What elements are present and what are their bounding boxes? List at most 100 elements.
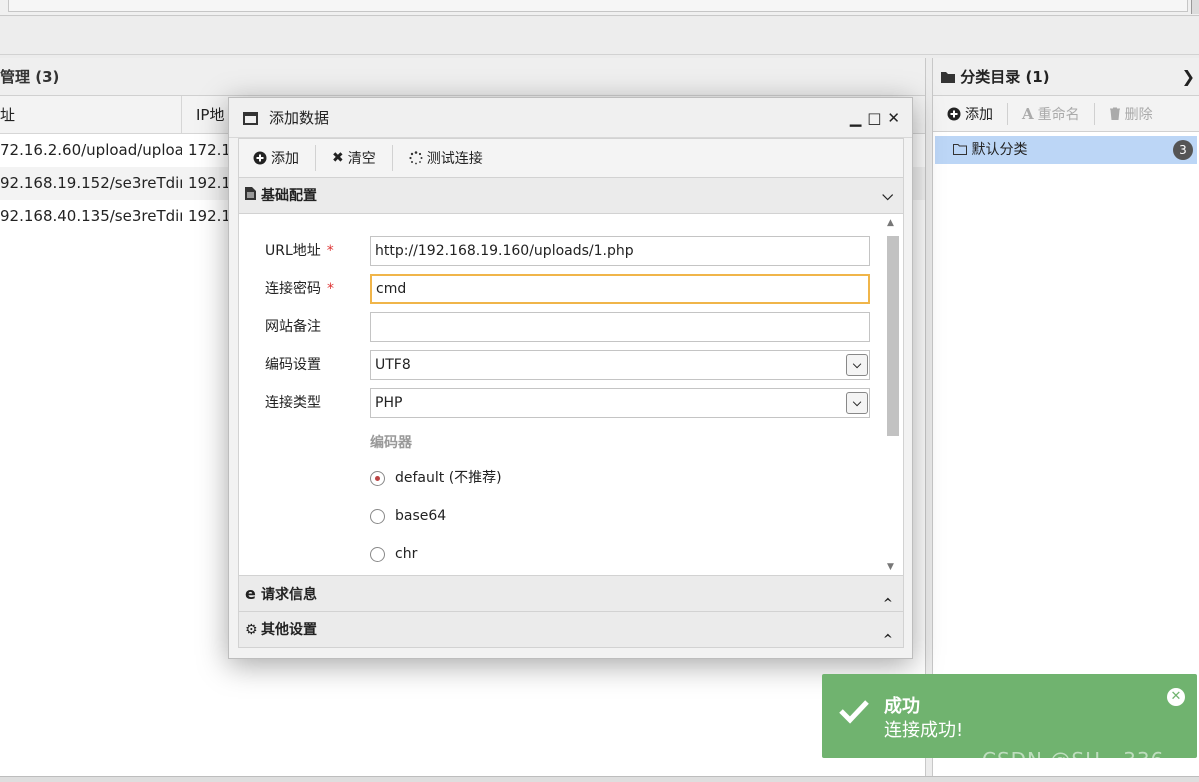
cell-url: 92.168.40.135/se3reTdir7 (0, 207, 182, 225)
type-value: PHP (375, 395, 403, 411)
clear-button-label: 清空 (347, 151, 376, 167)
toolbar-band (0, 17, 1199, 55)
section-request-title: 请求信息 (261, 587, 317, 603)
column-url[interactable]: 址 (0, 96, 182, 134)
rename-category-button[interactable]: A 重命名 (1022, 102, 1095, 125)
top-strip (0, 0, 1199, 16)
rename-category-label: 重命名 (1037, 106, 1080, 123)
column-ip[interactable]: IP地 (196, 96, 224, 134)
clear-button[interactable]: ✖ 清空 (332, 145, 393, 171)
dialog-title: 添加数据 (269, 109, 330, 127)
url-row: URL地址 * http://192.168.19.160/uploads/1.p… (239, 236, 879, 266)
dialog-titlebar[interactable]: 添加数据 ▁ □ ✕ (229, 98, 912, 138)
encoder-option-label: default (不推荐) (395, 470, 502, 486)
url-input[interactable]: http://192.168.19.160/uploads/1.php (370, 236, 870, 266)
delete-category-label: 删除 (1124, 106, 1153, 123)
category-item-default[interactable]: 默认分类 3 (935, 136, 1197, 164)
encoding-label: 编码设置 (265, 357, 321, 373)
folder-icon (941, 72, 955, 83)
encoder-option-default[interactable]: default (不推荐) (370, 468, 502, 488)
spinner-icon (409, 151, 423, 165)
delete-category-button[interactable]: 删除 (1109, 103, 1167, 125)
category-item-label: 默认分类 (971, 142, 1028, 158)
minimize-icon[interactable]: ▁ (850, 98, 862, 138)
password-label: 连接密码 * (265, 281, 334, 297)
status-bar (0, 776, 1199, 782)
test-connection-label: 测试连接 (426, 151, 483, 167)
add-category-button[interactable]: 添加 (947, 102, 1008, 125)
category-count-badge: 3 (1173, 140, 1193, 160)
dialog-body: 添加 ✖ 清空 测试连接 基础配置 ⌵ URL地址 * http://192.16… (238, 138, 904, 648)
category-panel-header: 分类目录 (1) ❯ (933, 58, 1199, 96)
chevron-down-icon[interactable]: ⌵ (846, 354, 868, 376)
chevron-right-icon[interactable]: ❯ (1182, 58, 1195, 96)
top-input-frame (8, 0, 1188, 12)
maximize-icon[interactable]: □ (867, 98, 881, 138)
form-scrollbar[interactable]: ▲ ▼ (884, 218, 900, 572)
toast-title: 成功 (884, 696, 920, 717)
scroll-down-icon[interactable]: ▼ (887, 562, 894, 572)
top-scrollbar-edge[interactable] (1191, 0, 1199, 14)
encoder-option-label: base64 (395, 508, 447, 524)
section-basic-config[interactable]: 基础配置 ⌵ (238, 178, 904, 214)
radio-button[interactable] (370, 546, 385, 562)
file-icon (245, 178, 261, 214)
password-input[interactable]: cmd (370, 274, 870, 304)
encoding-select[interactable]: UTF8 ⌵ (370, 350, 870, 380)
note-row: 网站备注 (239, 312, 879, 342)
add-button[interactable]: 添加 (253, 145, 316, 171)
x-icon: ✖ (332, 150, 344, 166)
section-basic-title: 基础配置 (261, 188, 317, 204)
required-mark: * (327, 281, 334, 297)
folder-open-icon (953, 144, 967, 155)
data-panel-title: 管理 (3) (0, 58, 925, 96)
chevron-down-icon[interactable]: ⌵ (882, 178, 893, 214)
close-icon[interactable]: ✕ (1167, 688, 1185, 706)
gears-icon: ⚙ (245, 622, 258, 638)
cell-ip: 172.1 (188, 141, 231, 159)
encoder-option-chr[interactable]: chr (370, 544, 417, 564)
encoding-row: 编码设置 UTF8 ⌵ (239, 350, 879, 380)
watermark: CSDN @SH . 336 (982, 748, 1165, 772)
section-request-info[interactable]: e 请求信息 ‸ (238, 576, 904, 612)
success-toast: 成功 连接成功! ✕ (822, 674, 1197, 758)
section-other-title: 其他设置 (261, 622, 317, 638)
note-label: 网站备注 (265, 319, 321, 335)
url-label: URL地址 * (265, 243, 334, 259)
trash-icon (1109, 107, 1120, 120)
category-panel-title: 分类目录 (1) (960, 68, 1050, 86)
cell-ip: 192.1 (188, 174, 231, 192)
add-category-label: 添加 (965, 106, 993, 123)
type-select[interactable]: PHP ⌵ (370, 388, 870, 418)
test-connection-button[interactable]: 测试连接 (409, 145, 499, 171)
scrollbar-thumb[interactable] (887, 236, 899, 436)
note-input[interactable] (370, 312, 870, 342)
cell-url: 72.16.2.60/upload/upload/ (0, 141, 182, 159)
plus-circle-icon (253, 151, 267, 165)
section-other-settings[interactable]: ⚙ 其他设置 ‸ (238, 612, 904, 648)
add-button-label: 添加 (271, 151, 299, 167)
window-icon (243, 112, 258, 125)
cell-ip: 192.1 (188, 207, 231, 225)
chevron-up-icon[interactable]: ‸ (883, 612, 893, 648)
plus-circle-icon (947, 107, 961, 120)
encoder-option-base64[interactable]: base64 (370, 506, 446, 526)
close-icon[interactable]: ✕ (887, 98, 900, 138)
type-label: 连接类型 (265, 395, 321, 411)
chevron-down-icon[interactable]: ⌵ (846, 392, 868, 414)
cell-url: 92.168.19.152/se3reTdir7 (0, 174, 182, 192)
category-toolbar: 添加 A 重命名 删除 (933, 96, 1199, 132)
add-data-dialog: 添加数据 ▁ □ ✕ 添加 ✖ 清空 测试连接 基础配置 ⌵ URL地址 * h… (228, 97, 913, 659)
scroll-up-icon[interactable]: ▲ (887, 218, 894, 228)
radio-button[interactable] (370, 508, 385, 524)
radio-button[interactable] (370, 470, 385, 486)
type-row: 连接类型 PHP ⌵ (239, 388, 879, 418)
checkmark-icon (839, 700, 869, 724)
required-mark: * (326, 243, 334, 259)
encoder-option-label: chr (395, 546, 418, 562)
dialog-toolbar: 添加 ✖ 清空 测试连接 (238, 138, 904, 178)
font-icon: A (1022, 104, 1034, 123)
encoding-value: UTF8 (375, 357, 411, 373)
encoder-label: 编码器 (370, 435, 412, 451)
chevron-up-icon[interactable]: ‸ (883, 576, 893, 612)
